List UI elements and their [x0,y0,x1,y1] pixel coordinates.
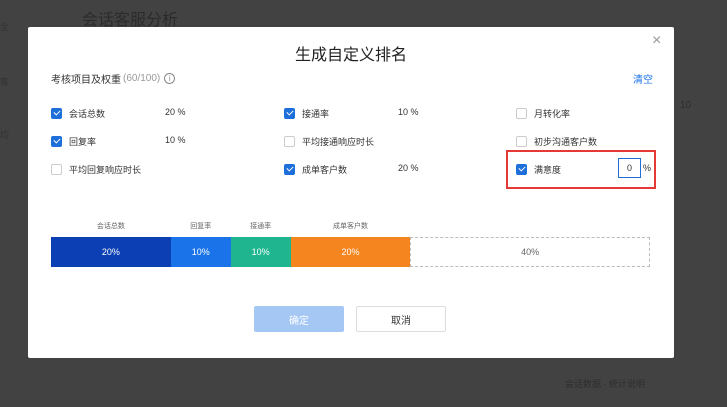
metric-label: 成单客户数 [302,164,348,175]
metric-item-monthly-conversion[interactable]: 月转化率 [516,106,570,120]
checkbox[interactable] [516,163,527,175]
distribution-segment: 20% [290,237,411,267]
satisfaction-weight-input[interactable] [618,158,641,178]
metric-label: 平均接通响应时长 [302,136,375,147]
checkbox[interactable] [516,107,527,119]
metric-item-connect-rate[interactable]: 接通率 [284,106,329,120]
metric-label: 平均回复响应时长 [69,164,142,175]
clear-link[interactable]: 清空 [633,71,653,86]
metric-item-initial-contact-customers[interactable]: 初步沟通客户数 [516,134,597,148]
metric-label: 接通率 [302,108,330,119]
checkbox[interactable] [284,163,295,175]
checkbox[interactable] [284,135,295,147]
background-right-text: 10 [680,100,692,111]
distribution-segment: 10% [170,237,231,267]
info-icon[interactable]: i [164,73,176,84]
section-label-text: 考核项目及权重 [51,75,121,86]
metric-weight: 20 % [398,163,419,173]
metric-label: 会话总数 [69,108,106,119]
confirm-button[interactable]: 确定 [254,306,344,332]
metric-item-session-count[interactable]: 会话总数 [51,106,105,120]
segment-label: 成单客户数 [332,223,368,230]
background-sidebar-text: 均 [0,130,10,140]
dialog-title: 生成自定义排名 [294,47,407,64]
metric-item-avg-reply-response[interactable]: 平均回复响应时长 [51,162,141,176]
weight-distribution-bar: 20% 10% 10% 20% 40% [51,237,650,267]
segment-label: 回复率 [190,223,212,230]
background-footer-text: 会话数据 · 统计说明 [565,379,645,389]
metric-item-avg-connect-response[interactable]: 平均接通响应时长 [284,134,374,148]
metric-weight: 10 % [398,107,419,117]
segment-label: 会话总数 [96,223,125,230]
metric-weight: 20 % [165,107,186,117]
distribution-remaining: 40% [410,237,650,267]
background-sidebar-text: 客 [0,77,10,87]
checkbox[interactable] [516,135,527,147]
checkbox[interactable] [51,107,62,119]
background-sidebar-text: 全 [0,22,10,32]
distribution-segment: 10% [230,237,291,267]
metric-label: 回复率 [69,136,97,147]
custom-ranking-dialog: × 生成自定义排名 考核项目及权重 (60/100) i 清空 会话总数 20 … [28,27,674,358]
metric-label: 初步沟通客户数 [534,136,598,147]
cancel-button[interactable]: 取消 [356,306,446,332]
weight-total-count: (60/100) [123,73,161,84]
percent-unit: % [643,163,652,173]
metric-weight: 10 % [165,135,186,145]
metric-label: 满意度 [534,164,562,175]
segment-label: 接通率 [250,223,272,230]
metric-item-closed-customers[interactable]: 成单客户数 [284,162,347,176]
metric-item-reply-rate[interactable]: 回复率 [51,134,96,148]
metric-label: 月转化率 [534,108,571,119]
checkbox[interactable] [51,135,62,147]
section-label: 考核项目及权重 (60/100) i [51,71,176,86]
checkbox[interactable] [284,107,295,119]
checkbox[interactable] [51,163,62,175]
distribution-segment: 20% [51,237,171,267]
metric-item-satisfaction[interactable]: 满意度 [516,162,561,176]
